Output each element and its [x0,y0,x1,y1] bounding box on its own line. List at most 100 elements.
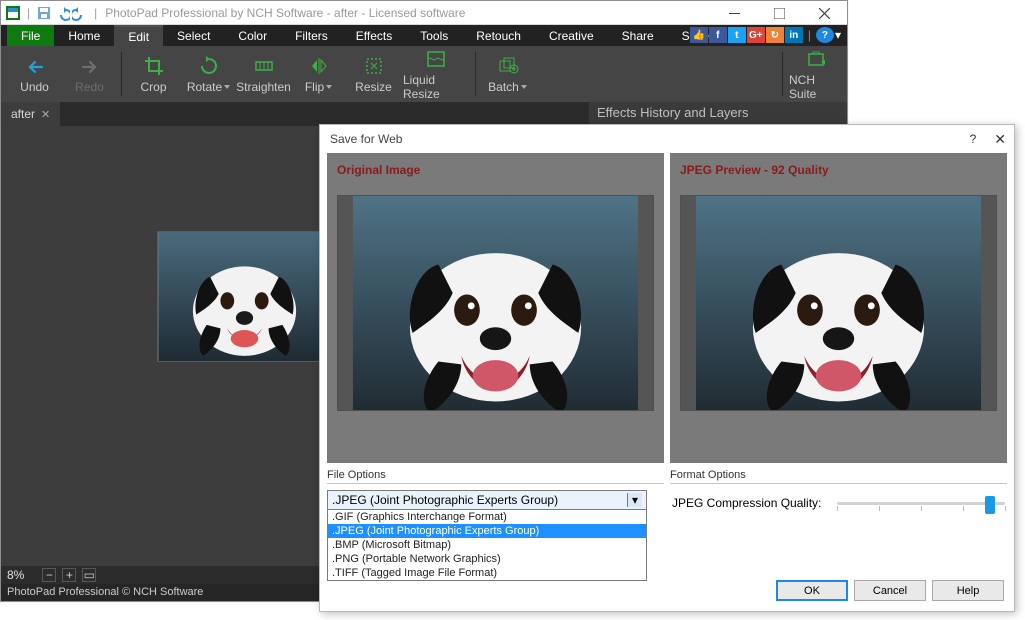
format-options-list: .GIF (Graphics Interchange Format) .JPEG… [328,509,646,580]
menu-effects[interactable]: Effects [342,25,406,46]
flip-icon [308,55,330,77]
help-button[interactable]: Help [932,580,1004,601]
menu-bar: File Home Edit Select Color Filters Effe… [1,25,847,46]
flip-label: Flip [305,80,324,94]
suite-icon [806,48,828,70]
liquid-resize-button[interactable]: Liquid Resize [401,44,471,105]
editing-image[interactable] [157,231,332,362]
menu-select[interactable]: Select [163,25,224,46]
window-title: PhotoPad Professional by NCH Software - … [105,6,465,20]
undo-button[interactable]: Undo [7,51,62,98]
close-icon[interactable]: ✕ [41,108,50,121]
quality-label: JPEG Compression Quality: [672,496,821,510]
thumbs-up-icon[interactable]: 👍 [690,27,708,43]
resize-icon [363,55,385,77]
save-icon[interactable] [36,5,52,21]
format-option-png[interactable]: .PNG (Portable Network Graphics) [328,552,646,566]
jpeg-preview-label: JPEG Preview - 92 Quality [670,153,1007,185]
crop-icon [143,55,165,77]
save-for-web-dialog: Save for Web ? ✕ Original Image JPEG Pre… [319,124,1015,612]
facebook-icon[interactable]: f [709,27,727,43]
document-tab-strip: after ✕ Effects History and Layers [1,102,847,126]
separator [782,52,783,96]
twitter-icon[interactable]: t [728,27,746,43]
original-image [337,195,654,411]
redo-button[interactable]: Redo [62,51,117,98]
dialog-titlebar: Save for Web ? ✕ [320,125,1014,153]
zoom-out-button[interactable]: − [42,568,56,582]
liquid-resize-label: Liquid Resize [403,73,469,101]
dropdown-icon[interactable] [326,85,332,89]
nch-suite-button[interactable]: NCH Suite [787,44,847,105]
straighten-label: Straighten [236,80,291,94]
minimize-button[interactable] [712,1,757,25]
app-icon [5,5,21,21]
menu-filters[interactable]: Filters [281,25,342,46]
redo-icon[interactable] [72,5,88,21]
batch-button[interactable]: Batch [480,51,535,98]
menu-home[interactable]: Home [54,25,114,46]
menu-retouch[interactable]: Retouch [462,25,535,46]
resize-label: Resize [355,80,392,94]
menu-creative[interactable]: Creative [535,25,608,46]
file-options-group: File Options .JPEG (Joint Photographic E… [327,469,664,581]
separator: | [23,6,34,20]
close-button[interactable] [802,1,847,25]
document-tab-label: after [11,107,35,121]
undo-icon [24,55,46,77]
nch-suite-label: NCH Suite [789,73,845,101]
gplus-icon[interactable]: G+ [747,27,765,43]
file-format-dropdown[interactable]: .JPEG (Joint Photographic Experts Group)… [327,490,647,581]
share-icon[interactable]: ↻ [766,27,784,43]
selected-format: .JPEG (Joint Photographic Experts Group) [332,493,558,507]
separator [121,52,122,96]
rotate-button[interactable]: Rotate [181,44,236,105]
dialog-title: Save for Web [330,132,402,146]
file-options-header: File Options [327,469,664,484]
help-dropdown-icon[interactable]: ▾ [835,28,841,42]
document-tab-after[interactable]: after ✕ [1,102,60,126]
menu-edit[interactable]: Edit [114,25,163,46]
redo-label: Redo [75,80,104,94]
linkedin-icon[interactable]: in [785,27,803,43]
ok-button[interactable]: OK [776,580,848,601]
menu-tools[interactable]: Tools [406,25,462,46]
help-icon[interactable]: ? [816,27,834,43]
format-option-gif[interactable]: .GIF (Graphics Interchange Format) [328,510,646,524]
close-icon[interactable]: ✕ [994,131,1006,148]
crop-button[interactable]: Crop [126,44,181,105]
dropdown-icon[interactable] [224,85,230,89]
maximize-button[interactable] [757,1,802,25]
menu-file[interactable]: File [7,25,54,46]
cancel-button[interactable]: Cancel [854,580,926,601]
rotate-label: Rotate [187,80,222,94]
separator [475,52,476,96]
flip-button[interactable]: Flip [291,44,346,105]
crop-label: Crop [140,80,166,94]
side-panel-title: Effects History and Layers [589,102,847,126]
rotate-icon [198,55,220,77]
format-options-header: Format Options [670,469,1007,484]
chevron-down-icon[interactable]: ▾ [627,493,642,507]
redo-icon [79,55,101,77]
straighten-button[interactable]: Straighten [236,44,291,105]
separator: | [804,28,815,42]
dropdown-icon[interactable] [521,85,527,89]
slider-thumb-icon[interactable] [985,496,995,514]
format-option-bmp[interactable]: .BMP (Microsoft Bitmap) [328,538,646,552]
menu-share[interactable]: Share [608,25,668,46]
separator: | [90,6,101,20]
zoom-fit-button[interactable]: ▭ [82,568,96,582]
help-icon[interactable]: ? [970,132,977,146]
undo-icon[interactable] [54,5,70,21]
menu-color[interactable]: Color [224,25,281,46]
format-options-group: Format Options JPEG Compression Quality: [670,469,1007,581]
format-option-jpeg[interactable]: .JPEG (Joint Photographic Experts Group) [328,524,646,538]
zoom-in-button[interactable]: + [62,568,76,582]
undo-label: Undo [20,80,49,94]
zoom-readout: 8% [7,568,24,582]
format-option-tiff[interactable]: .TIFF (Tagged Image File Format) [328,566,646,580]
quality-slider[interactable] [837,494,1005,512]
resize-button[interactable]: Resize [346,44,401,105]
original-label: Original Image [327,153,664,185]
